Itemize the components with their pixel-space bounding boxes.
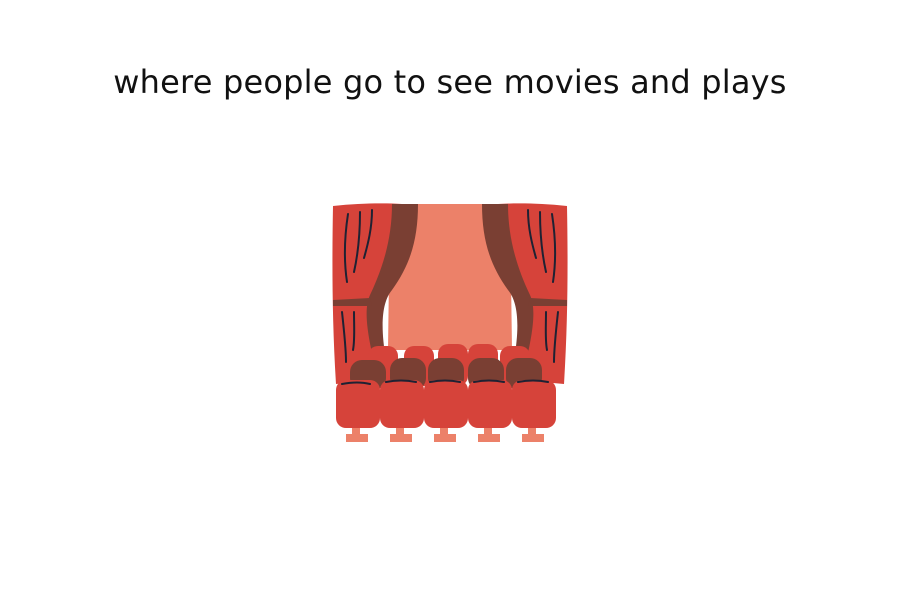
seat-legs [346, 428, 544, 442]
front-row-seats [336, 380, 556, 428]
theater-illustration [330, 200, 570, 450]
theater-stage-icon [332, 203, 568, 442]
canvas: where people go to see movies and plays [0, 0, 900, 600]
caption: where people go to see movies and plays [113, 63, 787, 101]
